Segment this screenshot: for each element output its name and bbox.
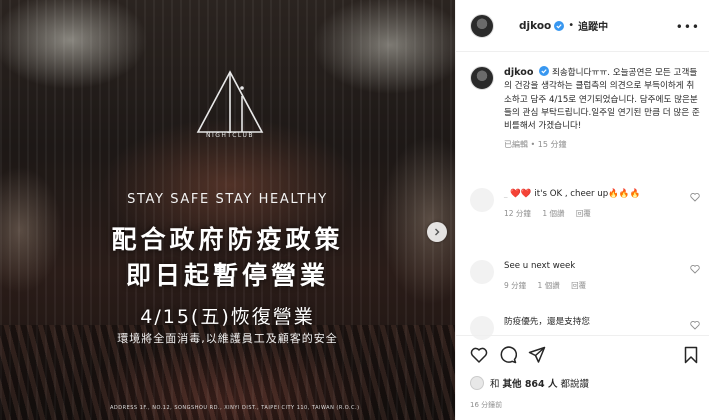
caption-username[interactable]: djkoo xyxy=(504,67,533,78)
avatar[interactable] xyxy=(470,376,484,390)
list-item: See u next week 9 分鐘 1 個讚 回覆 xyxy=(470,260,700,292)
post-header: djkoo • 追蹤中 ••• xyxy=(456,0,709,52)
share-icon[interactable] xyxy=(528,346,546,364)
next-image-button[interactable] xyxy=(427,222,447,242)
following-button[interactable]: 追蹤中 xyxy=(578,18,608,33)
verified-badge-icon xyxy=(539,66,550,76)
caption-text: 죄송합니다ㅠㅠ. 오늘공연은 모든 고객들의 건강을 생각하는 클럽측의 의견으… xyxy=(504,68,700,132)
list-item: _ ❤️❤️ it's OK , cheer up🔥🔥🔥 12 分鐘 1 個讚 … xyxy=(470,188,700,220)
comment-likes[interactable]: 1 個讚 xyxy=(538,281,560,290)
heart-icon[interactable] xyxy=(690,264,700,274)
headline-1: 配合政府防疫政策 xyxy=(111,225,344,254)
bookmark-icon[interactable] xyxy=(682,346,700,364)
comment-username[interactable]: _ xyxy=(504,190,508,198)
post-image: NIGHTCLUB STAY SAFE STAY HEALTHY 配合政府防疫政… xyxy=(0,0,455,420)
list-item: 防疫優先，還是支持您 xyxy=(470,316,700,340)
heart-icon[interactable] xyxy=(690,320,700,330)
likes-suffix: 都說讚 xyxy=(560,379,589,390)
avatar[interactable] xyxy=(470,188,494,212)
post-side-panel: djkoo • 追蹤中 ••• djkoo 죄송합니다ㅠㅠ. 오늘공연은 모든 … xyxy=(455,0,709,420)
avatar[interactable] xyxy=(470,260,494,284)
comment-text: 防疫優先，還是支持您 xyxy=(504,317,590,327)
avatar[interactable] xyxy=(470,13,494,38)
header-username[interactable]: djkoo xyxy=(519,20,551,32)
likes-count[interactable]: 其他 864 人 xyxy=(503,376,558,390)
stay-safe-text: STAY SAFE STAY HEALTHY xyxy=(127,192,328,207)
heart-icon[interactable] xyxy=(690,192,700,202)
heart-icon[interactable] xyxy=(470,346,488,364)
club-address: ADDRESS 1F., NO.12, SONGSHOU RD., XINYI … xyxy=(110,405,360,411)
comment-text: ❤️❤️ it's OK , cheer up🔥🔥🔥 xyxy=(510,189,641,199)
verified-badge-icon xyxy=(554,20,565,31)
avatar[interactable] xyxy=(470,66,494,90)
likes-prefix: 和 xyxy=(490,379,500,390)
comment-time: 9 分鐘 xyxy=(504,281,527,290)
post-timestamp[interactable]: 16 分鐘前 xyxy=(470,400,502,410)
caption: djkoo 죄송합니다ㅠㅠ. 오늘공연은 모든 고객들의 건강을 생각하는 클럽… xyxy=(470,66,700,152)
sanitize-notice: 環境將全面消毒,以維護員工及顧客的安全 xyxy=(117,332,338,345)
more-options-icon[interactable]: ••• xyxy=(676,20,700,34)
next-arrow-icon xyxy=(435,228,440,236)
comment-icon[interactable] xyxy=(499,346,517,364)
logo-text: NIGHTCLUB xyxy=(206,132,254,139)
action-bar: 和 其他 864 人 都說讚 16 分鐘前 xyxy=(456,335,709,415)
headline-2: 即日起暫停營業 xyxy=(125,261,329,290)
reopen-date: 4/15(五)恢復營業 xyxy=(140,306,315,328)
comment-time: 12 分鐘 xyxy=(504,209,531,218)
like-summary: 和 其他 864 人 都說讚 xyxy=(470,376,589,390)
reply-button[interactable]: 回覆 xyxy=(571,281,586,290)
comment-likes[interactable]: 1 個讚 xyxy=(542,209,564,218)
ai-nightclub-logo xyxy=(196,70,264,133)
caption-meta: 已編輯 • 15 分鐘 xyxy=(504,140,567,150)
reply-button[interactable]: 回覆 xyxy=(576,209,591,218)
comment-text: See u next week xyxy=(504,261,576,271)
separator-dot: • xyxy=(568,20,575,31)
